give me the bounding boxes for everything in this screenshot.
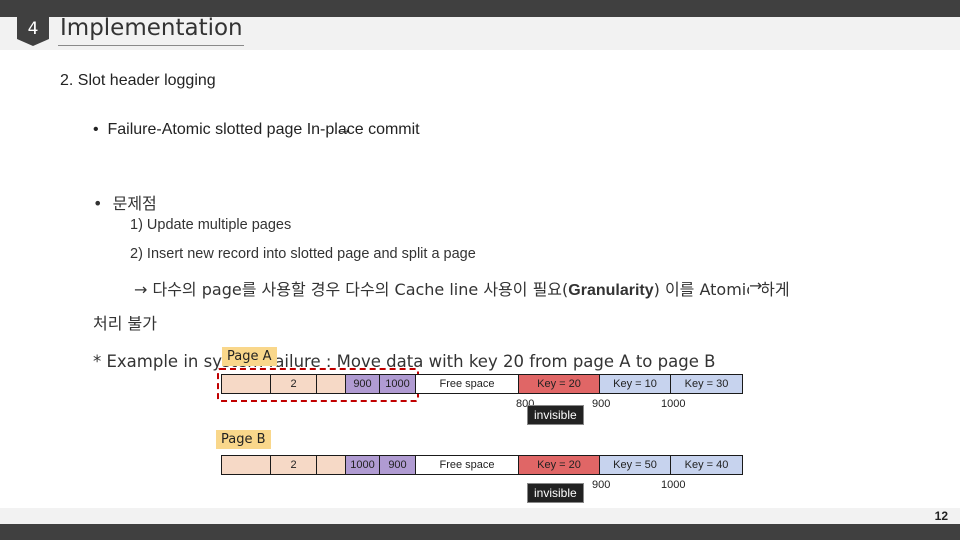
- page-a-slot1: 900: [346, 375, 380, 393]
- page-number: 12: [934, 509, 948, 523]
- bottom-bar: [0, 524, 960, 540]
- page-a-record-key20: Key = 20: [519, 375, 600, 393]
- page-a-free-space: Free space: [416, 375, 519, 393]
- page-b-free-space: Free space: [416, 456, 519, 474]
- granularity-term: Granularity: [568, 282, 654, 299]
- bullet-2: • 문제점: [93, 190, 157, 214]
- page-b-offset-1000: 1000: [661, 479, 686, 491]
- problem-item-1: 1) Update multiple pages: [130, 217, 292, 233]
- page-a-slot2: 1000: [380, 375, 416, 393]
- consequence-line-2: 처리 불가: [93, 314, 157, 333]
- page-b-record-key40: Key = 40: [671, 456, 742, 474]
- page-b-label: Page B: [216, 430, 271, 449]
- page-a-empty-slot: [317, 375, 346, 393]
- page-a-invisible-tag: invisible: [527, 405, 584, 425]
- page-b-empty-slot: [317, 456, 346, 474]
- page-a-record-key30: Key = 30: [671, 375, 742, 393]
- page-a-label: Page A: [222, 347, 277, 366]
- bullet-dot: •: [93, 121, 108, 138]
- page-b-record-key20: Key = 20: [519, 456, 600, 474]
- page-b-header-cell: [222, 456, 271, 474]
- page-a-record-key10: Key = 10: [600, 375, 671, 393]
- page-a-header-cell: [222, 375, 271, 393]
- page-b-row: 2 1000 900 Free space Key = 20 Key = 50 …: [221, 455, 743, 475]
- page-a-offset-900: 900: [592, 398, 611, 410]
- consequence-text-end: ) 이를 Atomic 하게: [653, 280, 790, 299]
- page-a-row: 2 900 1000 Free space Key = 20 Key = 10 …: [221, 374, 743, 394]
- consequence-line: → 다수의 page를 사용할 경우 다수의 Cache line 사용이 필요…: [134, 276, 790, 300]
- section-heading: 2. Slot header logging: [60, 72, 216, 89]
- footer-band: [0, 508, 960, 524]
- page-b-slot1: 1000: [346, 456, 380, 474]
- page-b-offset-900: 900: [592, 479, 611, 491]
- page-b-invisible-tag: invisible: [527, 483, 584, 503]
- arrow-right-icon: →: [749, 276, 763, 295]
- bullet-1: • Failure-Atomic slotted page In-place c…: [93, 121, 420, 139]
- slide-title: Implementation: [60, 15, 243, 41]
- page-b-record-key50: Key = 50: [600, 456, 671, 474]
- arrow-right-icon: →: [134, 280, 148, 299]
- problem-item-2: 2) Insert new record into slotted page a…: [130, 246, 476, 262]
- consequence-text: 다수의 page를 사용할 경우 다수의 Cache line 사용이 필요(: [147, 280, 569, 299]
- title-underline: [58, 45, 244, 46]
- bullet-2-text: 문제점: [112, 194, 157, 213]
- page-a-offset-1000: 1000: [661, 398, 686, 410]
- bullet-dot: •: [93, 194, 113, 213]
- arrow-right-icon: →: [336, 121, 352, 138]
- page-a-slot-count: 2: [271, 375, 317, 393]
- page-b-slot-count: 2: [271, 456, 317, 474]
- page-b-slot2: 900: [380, 456, 416, 474]
- bullet-1-text: Failure-Atomic slotted page In-place com…: [107, 121, 420, 138]
